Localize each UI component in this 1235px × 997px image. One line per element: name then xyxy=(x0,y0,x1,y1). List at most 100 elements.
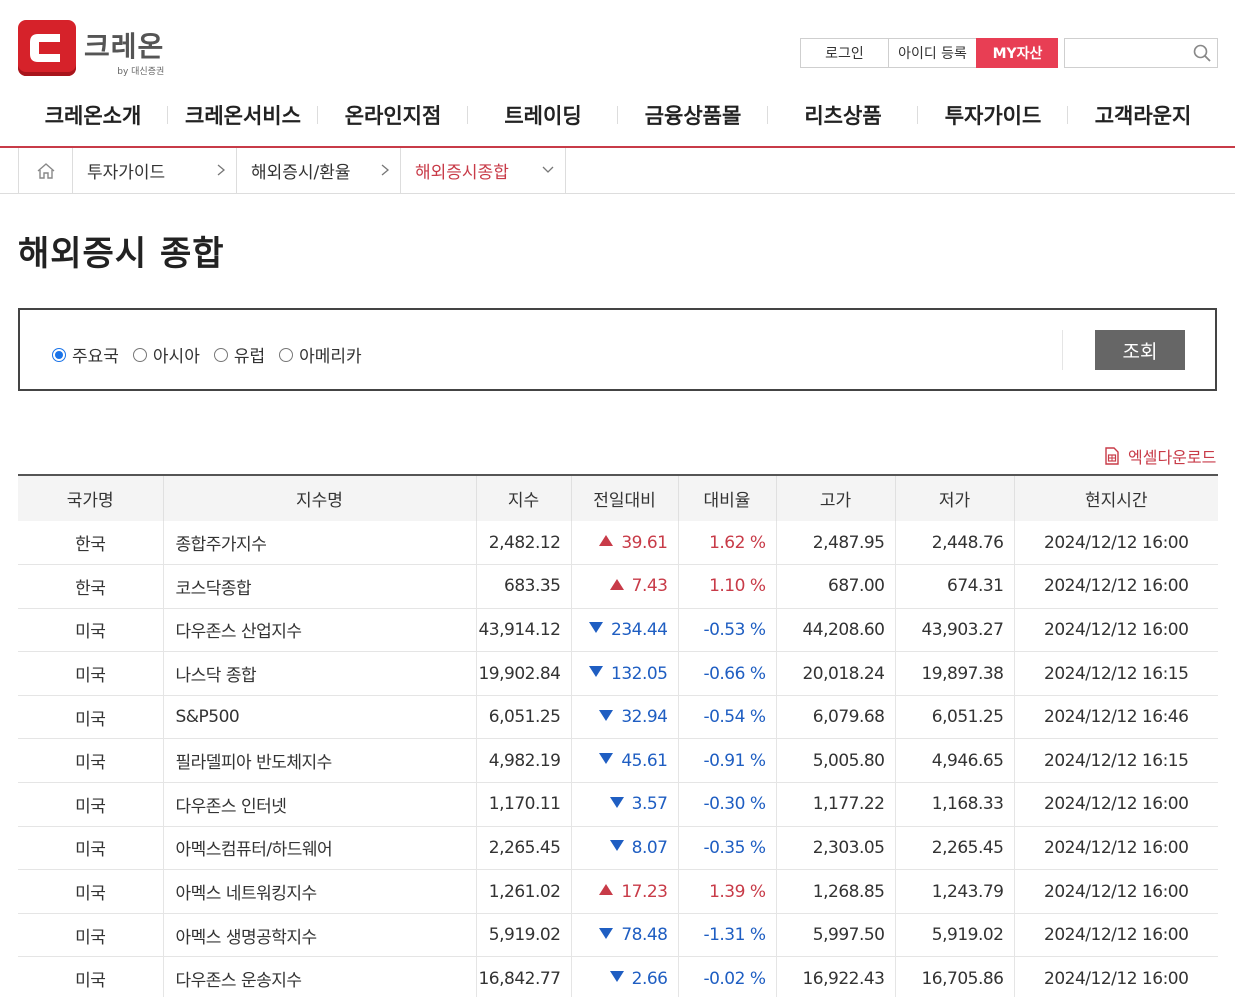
breadcrumb-label: 투자가이드 xyxy=(87,163,166,183)
radio-unchecked[interactable] xyxy=(279,347,294,362)
table-row: 미국 아멕스 생명공학지수 5,919.02 78.48 -1.31 % 5,997.50… xyxy=(18,913,1218,957)
table-header-row: 국가명 지수명 지수 전일대비 대비율 고가 저가 현지시간 xyxy=(18,475,1218,521)
logo-title: 크레온 xyxy=(84,30,165,63)
nav-creon-service[interactable]: 크레온서비스 xyxy=(168,98,318,132)
cell-high: 687.00 xyxy=(776,564,896,609)
change-value: 234.44 xyxy=(611,619,668,640)
table-row: 한국 종합주가지수 2,482.12 39.61 1.62 % 2,487.95 2,448… xyxy=(18,521,1218,565)
cell-change: 78.48 xyxy=(571,913,679,957)
my-assets-button[interactable]: MY자산 xyxy=(976,38,1058,68)
table-body: 한국 종합주가지수 2,482.12 39.61 1.62 % 2,487.95 2,448… xyxy=(18,521,1218,997)
radio-europe[interactable]: 유럽 xyxy=(213,342,265,367)
radio-unchecked[interactable] xyxy=(132,347,147,362)
breadcrumb-overseas-summary[interactable]: 해외증시종합 xyxy=(401,148,566,193)
cell-local-time: 2024/12/12 16:15 xyxy=(1044,750,1189,771)
cell-index-name: 나스닥 종합 xyxy=(163,651,477,696)
login-button[interactable]: 로그인 xyxy=(800,38,888,68)
cell-index-name: 아멕스 생명공학지수 xyxy=(163,913,477,957)
cell-change: 2.66 xyxy=(571,956,679,997)
cell-low: 16,705.86 xyxy=(895,956,1015,997)
excel-download-link[interactable]: 엑셀다운로드 xyxy=(1104,444,1216,468)
change-value: 17.23 xyxy=(621,881,668,902)
cell-low: 19,897.38 xyxy=(895,651,1015,696)
cell-low: 674.31 xyxy=(895,564,1015,609)
breadcrumb-label: 해외증시종합 xyxy=(415,163,509,183)
cell-change: 39.61 xyxy=(571,521,679,565)
table-row: 미국 필라델피아 반도체지수 4,982.19 45.61 -0.91 % 5,005.8… xyxy=(18,738,1218,783)
cell-index-name: 코스닥종합 xyxy=(163,564,477,609)
utility-bar: 로그인 아이디 등록 MY자산 xyxy=(800,38,1218,68)
cell-index-name: 다우존스 운송지수 xyxy=(163,956,477,997)
cell-change: 17.23 xyxy=(571,869,679,914)
cell-rate: -0.30 % xyxy=(678,782,777,827)
cell-index: 6,051.25 xyxy=(476,695,572,739)
nav-customer-lounge[interactable]: 고객라운지 xyxy=(1068,98,1218,132)
radio-america[interactable]: 아메리카 xyxy=(279,342,362,367)
cell-index-name: 종합주가지수 xyxy=(163,521,477,565)
cell-rate: 1.39 % xyxy=(678,869,777,914)
cell-index: 1,261.02 xyxy=(476,869,572,914)
cell-low: 43,903.27 xyxy=(895,608,1015,652)
cell-index-name: 아멕스컴퓨터/하드웨어 xyxy=(163,826,477,870)
radio-unchecked[interactable] xyxy=(213,347,228,362)
cell-local-time: 2024/12/12 16:00 xyxy=(1044,576,1189,597)
triangle-up-icon xyxy=(599,535,614,547)
cell-rate: -0.91 % xyxy=(678,738,777,783)
cell-high: 2,487.95 xyxy=(776,521,896,565)
radio-label: 아시아 xyxy=(152,347,200,367)
table-row: 미국 S&P500 6,051.25 32.94 -0.54 % 6,079.68 6,05… xyxy=(18,695,1218,739)
nav-investment-guide[interactable]: 투자가이드 xyxy=(918,98,1068,132)
col-local-time: 현지시간 xyxy=(1084,491,1148,511)
cell-rate: 1.10 % xyxy=(678,564,777,609)
cell-local-time: 2024/12/12 16:00 xyxy=(1044,532,1189,553)
cell-country: 한국 xyxy=(18,521,164,565)
nav-financial-mall[interactable]: 금융상품몰 xyxy=(618,98,768,132)
cell-index: 1,170.11 xyxy=(476,782,572,827)
query-button[interactable]: 조회 xyxy=(1095,330,1185,370)
radio-label: 주요국 xyxy=(72,347,119,367)
cell-index: 16,842.77 xyxy=(476,956,572,997)
table-row: 미국 아멕스컴퓨터/하드웨어 2,265.45 8.07 -0.35 % 2,303.05… xyxy=(18,826,1218,870)
change-value: 8.07 xyxy=(631,837,668,858)
radio-asia[interactable]: 아시아 xyxy=(132,342,200,367)
excel-file-icon xyxy=(1105,447,1119,465)
change-value: 3.57 xyxy=(631,794,668,815)
cell-low: 5,919.02 xyxy=(895,913,1015,957)
cell-index: 5,919.02 xyxy=(476,913,572,957)
cell-low: 1,243.79 xyxy=(895,869,1015,914)
breadcrumb-home[interactable] xyxy=(19,148,73,193)
table-row: 미국 다우존스 운송지수 16,842.77 2.66 -0.02 % 16,922.43… xyxy=(18,956,1218,997)
nav-online-branch[interactable]: 온라인지점 xyxy=(318,98,468,132)
cell-high: 1,177.22 xyxy=(776,782,896,827)
change-value: 39.61 xyxy=(621,532,668,553)
triangle-up-icon xyxy=(599,884,614,896)
col-high: 고가 xyxy=(776,475,896,521)
filter-divider xyxy=(1062,330,1063,370)
nav-creon-intro[interactable]: 크레온소개 xyxy=(18,98,168,132)
nav-trading[interactable]: 트레이딩 xyxy=(468,98,618,132)
col-index-name: 지수명 xyxy=(163,475,477,521)
cell-index: 4,982.19 xyxy=(476,738,572,783)
breadcrumb-investment-guide[interactable]: 투자가이드 xyxy=(73,148,237,193)
cell-country: 미국 xyxy=(18,608,164,652)
cell-index-name: 필라델피아 반도체지수 xyxy=(163,738,477,783)
change-value: 45.61 xyxy=(621,750,668,771)
cell-local-time: 2024/12/12 16:00 xyxy=(1044,794,1189,815)
cell-local-time: 2024/12/12 16:15 xyxy=(1044,663,1189,684)
table-row: 미국 다우존스 인터넷 1,170.11 3.57 -0.30 % 1,177.22 1,1… xyxy=(18,782,1218,827)
cell-index: 43,914.12 xyxy=(476,608,572,652)
main-navigation: 크레온소개 크레온서비스 온라인지점 트레이딩 금융상품몰 리츠상품 투자가이드… xyxy=(18,98,1218,132)
nav-reits[interactable]: 리츠상품 xyxy=(768,98,918,132)
radio-checked[interactable] xyxy=(52,347,66,362)
breadcrumb-divider xyxy=(0,193,1235,194)
cell-country: 미국 xyxy=(18,869,164,914)
triangle-down-icon xyxy=(599,709,614,721)
breadcrumb-overseas-market[interactable]: 해외증시/환율 xyxy=(237,148,401,193)
search-input[interactable] xyxy=(1064,38,1218,68)
cell-local-time: 2024/12/12 16:00 xyxy=(1044,837,1189,858)
search-icon[interactable] xyxy=(1193,44,1211,62)
radio-major[interactable]: 주요국 xyxy=(52,342,119,367)
register-button[interactable]: 아이디 등록 xyxy=(888,38,976,68)
logo[interactable]: 크레온 by 대신증권 xyxy=(18,20,164,77)
cell-high: 16,922.43 xyxy=(776,956,896,997)
